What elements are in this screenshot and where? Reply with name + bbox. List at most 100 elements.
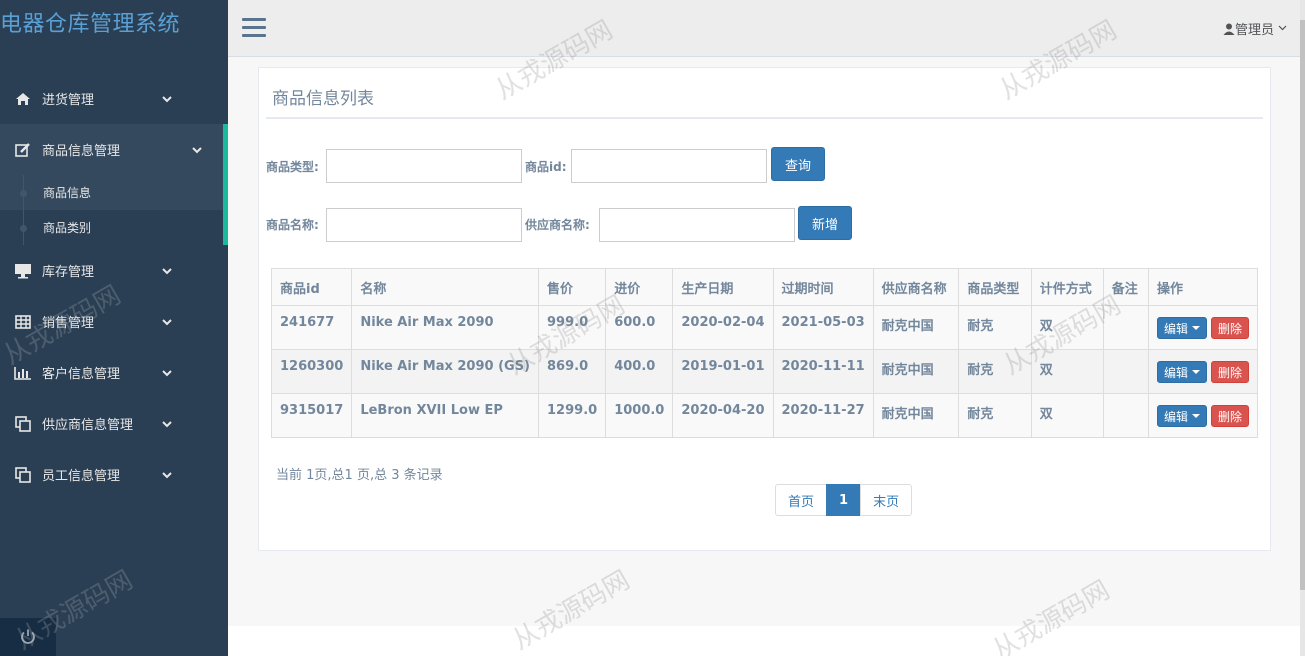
- caret-down-icon: [1191, 414, 1200, 418]
- sidebar-item-product-info[interactable]: 商品信息管理: [0, 124, 228, 175]
- submenu-item-label: 商品类别: [43, 221, 92, 235]
- bar-chart-icon: [12, 364, 34, 382]
- product-name-label: 商品名称:: [266, 218, 319, 232]
- edit-button[interactable]: 编辑: [1156, 361, 1207, 383]
- query-button[interactable]: 查询: [771, 147, 825, 181]
- product-name-input[interactable]: [326, 208, 522, 242]
- cell-name: LeBron XVII Low EP: [351, 393, 540, 438]
- cell-actions: 编辑 删除: [1147, 305, 1259, 350]
- scrollbar[interactable]: [1300, 0, 1305, 656]
- supplier-name-input[interactable]: [599, 208, 795, 242]
- col-header: 操作: [1147, 268, 1259, 306]
- user-name: 管理员: [1234, 23, 1274, 38]
- add-button[interactable]: 新增: [798, 206, 852, 240]
- edit-button[interactable]: 编辑: [1156, 317, 1207, 339]
- monitor-icon: [12, 262, 34, 280]
- product-table: 商品id 名称 售价 进价 生产日期 过期时间 供应商名称 商品类型 计件方式 …: [270, 268, 1259, 438]
- sidebar-item-employees[interactable]: 员工信息管理: [0, 449, 228, 500]
- caret-down-icon: [1191, 326, 1200, 330]
- logout-button[interactable]: [0, 618, 56, 656]
- col-header: 名称: [351, 268, 540, 306]
- cell-unit: 双: [1030, 305, 1104, 350]
- col-header: 生产日期: [672, 268, 774, 306]
- user-menu[interactable]: 管理员: [1223, 19, 1287, 38]
- cell-supplier: 耐克中国: [872, 305, 960, 350]
- col-header: 商品id: [270, 268, 353, 306]
- app-root: 电器仓库管理系统 进货管理 商品信息管理 商品信息 商品类别 库存管理 销售管理…: [0, 0, 1305, 656]
- sidebar-item-sales[interactable]: 销售管理: [0, 296, 228, 347]
- sidebar-item-customers[interactable]: 客户信息管理: [0, 347, 228, 398]
- chevron-down-icon: [162, 265, 172, 281]
- submenu-product-info: 商品信息 商品类别: [0, 175, 228, 245]
- delete-button[interactable]: 删除: [1210, 361, 1249, 383]
- title-divider: [266, 117, 1263, 119]
- col-header: 售价: [538, 268, 607, 306]
- sidebar-item-suppliers[interactable]: 供应商信息管理: [0, 398, 228, 449]
- cell-type: 耐克: [958, 349, 1032, 394]
- cell-supplier: 耐克中国: [872, 349, 960, 394]
- chevron-down-icon: [162, 469, 172, 485]
- cell-cost: 400.0: [605, 349, 674, 394]
- cell-expiry-date: 2020-11-27: [772, 393, 874, 438]
- edit-button[interactable]: 编辑: [1156, 405, 1207, 427]
- delete-button[interactable]: 删除: [1210, 317, 1249, 339]
- cell-name: Nike Air Max 2090 (GS): [351, 349, 540, 394]
- cell-production-date: 2020-02-04: [672, 305, 774, 350]
- sidebar-item-inventory[interactable]: 库存管理: [0, 245, 228, 296]
- first-page-button[interactable]: 首页: [775, 484, 828, 516]
- chevron-down-icon: [162, 93, 172, 109]
- brand-title: 电器仓库管理系统: [0, 12, 181, 37]
- current-page-button[interactable]: 1: [826, 484, 862, 516]
- cell-production-date: 2019-01-01: [672, 349, 774, 394]
- user-icon: [1223, 23, 1235, 35]
- chevron-down-icon: [1278, 21, 1287, 36]
- sidebar-menu: 进货管理 商品信息管理 商品信息 商品类别 库存管理 销售管理 客户信息管理 供…: [0, 73, 228, 500]
- edit-label: 编辑: [1163, 321, 1188, 336]
- pagination-summary: 当前 1页,总1 页,总 3 条记录: [276, 468, 443, 483]
- submenu-item-product-category[interactable]: 商品类别: [0, 210, 223, 245]
- sidebar-item-label: 员工信息管理: [42, 469, 121, 484]
- table-row: 1260300 Nike Air Max 2090 (GS) 869.0 400…: [270, 349, 1259, 394]
- pagination: 首页 1 末页: [775, 484, 913, 516]
- scrollbar-thumb[interactable]: [1300, 20, 1305, 590]
- submenu-item-product-info[interactable]: 商品信息: [0, 175, 223, 210]
- power-icon: [21, 629, 35, 644]
- cell-price: 1299.0: [538, 393, 607, 438]
- menu-toggle-icon[interactable]: [242, 18, 266, 38]
- chevron-down-icon: [162, 367, 172, 383]
- cell-remark: [1102, 393, 1149, 438]
- last-page-button[interactable]: 末页: [860, 484, 913, 516]
- chevron-down-icon: [162, 418, 172, 434]
- cell-unit: 双: [1030, 349, 1104, 394]
- col-header: 备注: [1102, 268, 1149, 306]
- cell-id: 241677: [270, 305, 353, 350]
- caret-down-icon: [1191, 370, 1200, 374]
- cell-remark: [1102, 305, 1149, 350]
- col-header: 供应商名称: [872, 268, 960, 306]
- page-title: 商品信息列表: [272, 89, 374, 109]
- sidebar-item-label: 库存管理: [42, 265, 95, 280]
- cell-unit: 双: [1030, 393, 1104, 438]
- sidebar-item-purchase[interactable]: 进货管理: [0, 73, 228, 124]
- table-icon: [12, 313, 34, 331]
- submenu-item-label: 商品信息: [43, 186, 92, 200]
- col-header: 商品类型: [958, 268, 1032, 306]
- product-id-input[interactable]: [571, 149, 767, 183]
- delete-button[interactable]: 删除: [1210, 405, 1249, 427]
- table-row: 241677 Nike Air Max 2090 999.0 600.0 202…: [270, 305, 1259, 350]
- content-panel: 商品信息列表 商品类型: 商品id: 查询 商品名称: 供应商名称: 新增 商品…: [258, 67, 1271, 551]
- cell-id: 9315017: [270, 393, 353, 438]
- cell-expiry-date: 2021-05-03: [772, 305, 874, 350]
- cell-type: 耐克: [958, 305, 1032, 350]
- product-type-input[interactable]: [326, 149, 522, 183]
- cell-actions: 编辑 删除: [1147, 393, 1259, 438]
- product-type-label: 商品类型:: [266, 160, 319, 174]
- chevron-down-icon: [192, 144, 202, 160]
- sidebar-item-label: 供应商信息管理: [42, 418, 134, 433]
- bullet-dot-icon: [20, 224, 27, 232]
- cell-remark: [1102, 349, 1149, 394]
- cell-name: Nike Air Max 2090: [351, 305, 540, 350]
- supplier-name-label: 供应商名称:: [525, 218, 590, 232]
- edit-label: 编辑: [1163, 365, 1188, 380]
- cell-cost: 600.0: [605, 305, 674, 350]
